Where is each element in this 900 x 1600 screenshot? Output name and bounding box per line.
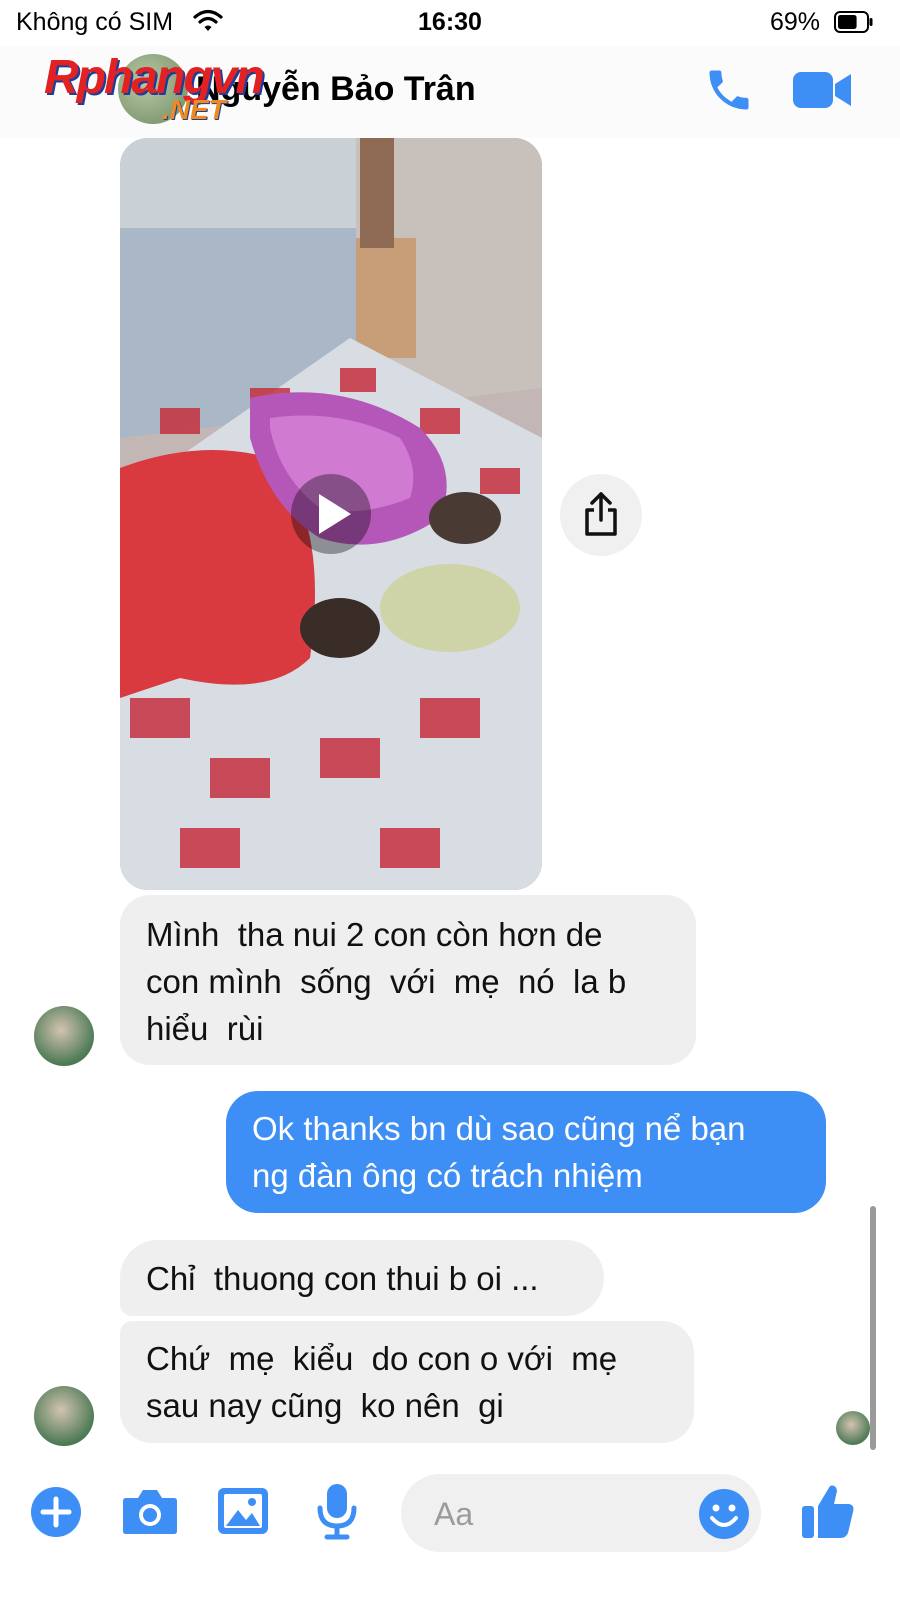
incoming-message[interactable]: Mình tha nui 2 con còn hơn de con mình s… — [120, 895, 696, 1065]
message-input[interactable]: Aa — [401, 1474, 761, 1552]
battery-icon — [834, 10, 874, 39]
message-input-placeholder: Aa — [434, 1496, 474, 1532]
microphone-icon[interactable] — [316, 1482, 358, 1545]
message-line: Chỉ thuong con thui b oi ... — [146, 1260, 539, 1297]
message-line: hiểu rùi — [146, 1010, 264, 1047]
conversation-header: Nguyễn Bảo Trân Rphangvn .NET — [0, 46, 900, 138]
thumbs-up-icon[interactable] — [800, 1482, 856, 1545]
incoming-message[interactable]: Chứ mẹ kiểu do con o với mẹ sau nay cũng… — [120, 1321, 694, 1443]
phone-icon[interactable] — [703, 64, 755, 121]
message-line: ng đàn ông có trách nhiệm — [252, 1157, 643, 1194]
clock: 16:30 — [418, 8, 482, 36]
incoming-message[interactable]: Chỉ thuong con thui b oi ... — [120, 1240, 604, 1316]
play-icon — [319, 494, 351, 534]
message-line: Mình tha nui 2 con còn hơn de — [146, 916, 603, 953]
camera-icon[interactable] — [122, 1486, 178, 1541]
emoji-icon[interactable] — [698, 1488, 750, 1545]
video-message-thumbnail[interactable] — [120, 138, 542, 890]
play-button[interactable] — [291, 474, 371, 554]
outgoing-message[interactable]: Ok thanks bn dù sao cũng nể bạn ng đàn ô… — [226, 1091, 826, 1213]
watermark-domain: .NET — [162, 94, 226, 125]
watermark-logo: Rphangvn .NET — [44, 50, 265, 125]
image-icon[interactable] — [216, 1486, 270, 1541]
sender-avatar[interactable] — [34, 1386, 94, 1446]
sender-avatar[interactable] — [34, 1006, 94, 1066]
message-line: con mình sống với mẹ nó la b — [146, 963, 627, 1000]
watermark-text: Rphangvn — [44, 51, 265, 104]
plus-icon[interactable] — [30, 1486, 82, 1543]
message-line: sau nay cũng ko nên gi — [146, 1387, 504, 1424]
share-button[interactable] — [560, 474, 642, 556]
message-line: Ok thanks bn dù sao cũng nể bạn — [252, 1110, 746, 1147]
message-line: Chứ mẹ kiểu do con o với mẹ — [146, 1340, 618, 1377]
battery-percentage: 69% — [770, 8, 821, 36]
read-receipt-avatar — [836, 1411, 870, 1445]
status-bar: Không có SIM 16:30 69% — [0, 0, 900, 46]
scrollbar[interactable] — [870, 1206, 876, 1450]
share-icon — [585, 492, 617, 536]
video-call-icon[interactable] — [793, 68, 853, 117]
message-composer: Aa — [0, 1468, 900, 1600]
